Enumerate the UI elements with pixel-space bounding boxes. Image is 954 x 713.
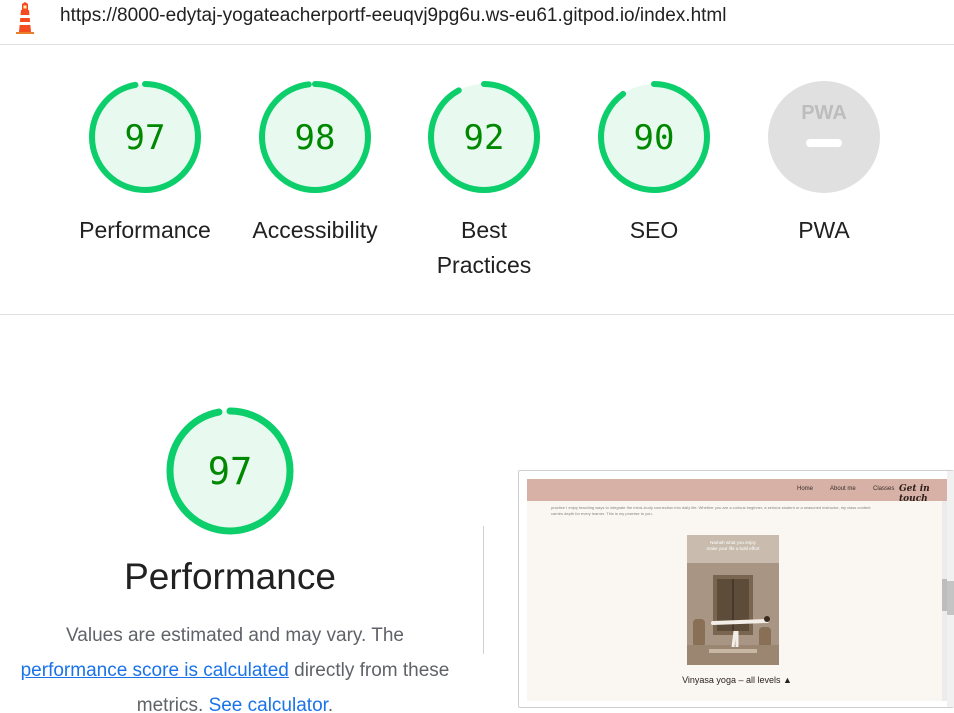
gauge-performance[interactable]: 97 Performance	[70, 79, 220, 248]
yoga-photo: Namah what you enjoy make your life a bo…	[687, 535, 779, 665]
gauge-label-line: Practices	[436, 252, 532, 278]
gauge-ring: 98	[259, 81, 371, 193]
gauge-label: PWA	[798, 217, 850, 243]
desc-line: metrics. See calculator.	[0, 688, 480, 713]
see-calculator-link[interactable]: See calculator	[209, 695, 328, 713]
nav-item-home: Home	[797, 486, 814, 492]
gauge-accessibility[interactable]: 98 Accessibility	[240, 79, 390, 248]
gauge-ring: 90	[598, 81, 710, 193]
performance-title: Performance	[124, 556, 336, 597]
score-gauges: 97 Performance 98 Accessibility 92 Best …	[0, 45, 954, 315]
yoga-pose-icon: ▲	[783, 675, 792, 685]
gauge-ring: 92	[428, 81, 540, 193]
site-text-line: carries depth for every learner. This is…	[551, 511, 653, 516]
desc-text: metrics.	[136, 695, 204, 713]
lighthouse-icon	[16, 2, 34, 34]
screenshot-page: Home About me Classes Get in touch pract…	[527, 479, 947, 701]
gauge-best-practices[interactable]: 92 Best Practices	[409, 79, 559, 283]
performance-description: Values are estimated and may vary. The p…	[0, 618, 480, 713]
gauge-score: 98	[295, 118, 336, 158]
gauge-label: Best Practices	[409, 213, 559, 283]
site-paragraph: practice I enjoy teaching ways to integr…	[551, 505, 921, 517]
desc-text: directly from these	[294, 660, 450, 681]
gauge-seo[interactable]: 90 SEO	[579, 79, 729, 248]
frame-scroll-thumb[interactable]	[947, 581, 954, 615]
site-navbar: Home About me Classes Get in touch	[527, 479, 947, 504]
final-screenshot[interactable]: Home About me Classes Get in touch pract…	[518, 470, 954, 708]
gauge-label: Accessibility	[252, 217, 378, 243]
gauge-label: Performance	[79, 217, 211, 243]
page-url[interactable]: https://8000-edytaj-yogateacherportf-eeu…	[60, 5, 726, 27]
gauge-label: SEO	[629, 217, 679, 243]
nav-item-classes: Classes	[873, 486, 895, 492]
photo-caption: Vinyasa yoga – all levels ▲	[527, 675, 947, 685]
section-divider	[483, 526, 484, 654]
report-header: https://8000-edytaj-yogateacherportf-eeu…	[0, 0, 954, 45]
nav-item-about: About me	[830, 486, 856, 492]
desc-line: performance score is calculated directly…	[0, 653, 480, 688]
gauge-pwa[interactable]: PWA PWA	[749, 79, 899, 248]
gauge-ring: 97	[89, 81, 201, 193]
gauge-score: 90	[634, 118, 675, 158]
pwa-badge-text: PWA	[801, 102, 847, 124]
performance-score: 97	[208, 450, 253, 493]
desc-line: Values are estimated and may vary. The	[66, 625, 404, 646]
caption-text: Vinyasa yoga – all levels	[682, 675, 781, 685]
desc-text: .	[327, 695, 334, 713]
photo-caption-line: make your life a bold effort	[707, 546, 761, 551]
nav-cta: Get in touch	[899, 484, 930, 504]
score-calculated-link[interactable]: performance score is calculated	[21, 660, 289, 681]
gauge-label-line: Best	[460, 217, 508, 243]
gauge-score: 92	[464, 118, 505, 158]
performance-section: 97 Performance Values are estimated and …	[0, 316, 954, 713]
gauge-score: 97	[125, 118, 166, 158]
pwa-badge-icon: PWA	[768, 81, 880, 193]
performance-gauge: 97	[166, 407, 294, 535]
photo-caption-line: Namah what you enjoy	[710, 540, 757, 545]
